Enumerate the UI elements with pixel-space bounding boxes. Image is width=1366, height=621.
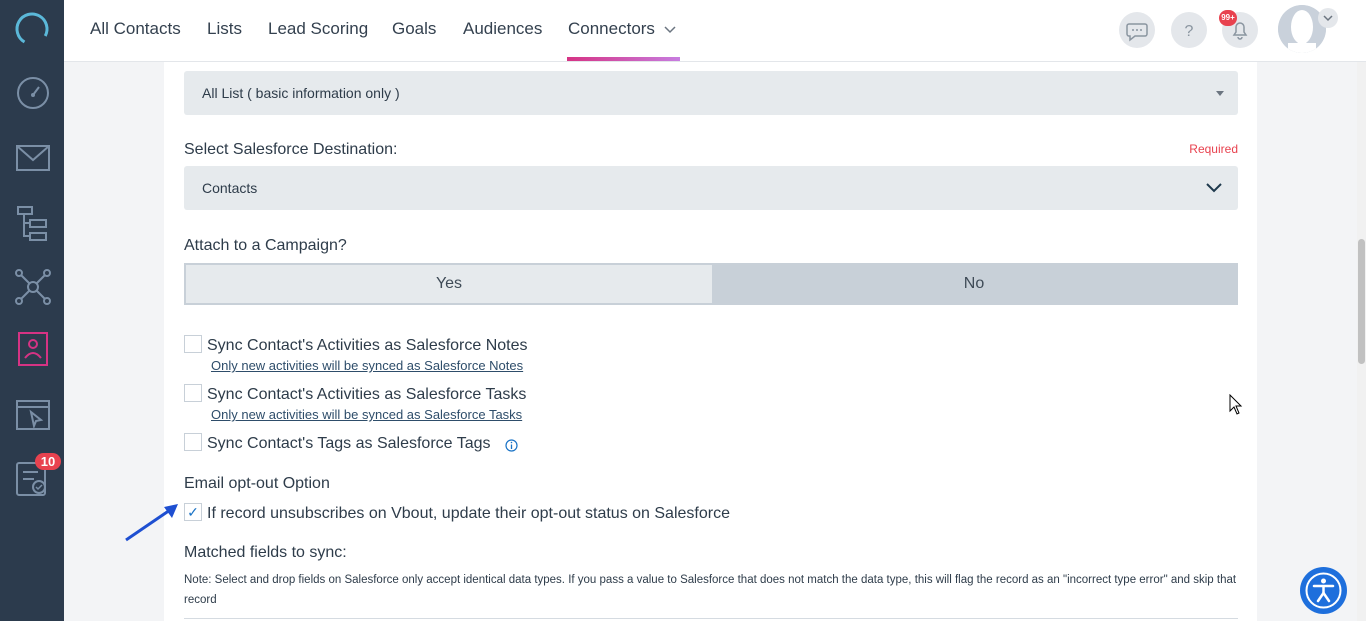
divider (184, 618, 1238, 619)
sync-notes-note[interactable]: Only new activities will be synced as Sa… (211, 358, 523, 373)
tasks-count-badge: 10 (35, 453, 61, 470)
caret-down-icon (1216, 91, 1224, 96)
annotation-arrow-icon (125, 504, 178, 542)
tab-goals[interactable]: Goals (392, 19, 436, 39)
top-navigation: All Contacts Lists Lead Scoring Goals Au… (64, 0, 1366, 62)
workflow-icon[interactable] (14, 204, 52, 242)
tab-lists[interactable]: Lists (207, 19, 242, 39)
dashboard-icon[interactable] (14, 74, 52, 112)
sync-tags-checkbox[interactable] (184, 433, 202, 451)
page-scrollbar[interactable] (1357, 62, 1366, 621)
scrollbar-thumb[interactable] (1358, 239, 1365, 364)
chevron-down-icon (1206, 183, 1222, 193)
active-tab-indicator (567, 57, 680, 61)
matched-fields-note: Note: Select and drop fields on Salesfor… (184, 574, 1237, 606)
network-icon[interactable] (14, 268, 52, 306)
optout-label: If record unsubscribes on Vbout, update … (207, 505, 730, 522)
campaign-yes-button[interactable]: Yes (186, 265, 712, 303)
email-icon[interactable] (14, 139, 52, 177)
required-label: Required (1189, 142, 1238, 156)
destination-label: Select Salesforce Destination: (184, 141, 398, 158)
chevron-down-icon[interactable] (663, 22, 677, 36)
destination-select[interactable]: Contacts (184, 166, 1238, 210)
contacts-icon[interactable] (14, 330, 52, 368)
optout-title: Email opt-out Option (184, 475, 330, 492)
list-select[interactable]: All List ( basic information only ) (184, 71, 1238, 115)
sync-tags-label: Sync Contact's Tags as Salesforce Tags (207, 435, 491, 452)
destination-select-value: Contacts (202, 180, 258, 196)
tab-all-contacts[interactable]: All Contacts (90, 19, 181, 39)
tab-connectors[interactable]: Connectors (568, 19, 655, 39)
accessibility-button[interactable] (1300, 567, 1347, 614)
tab-lead-scoring[interactable]: Lead Scoring (268, 19, 368, 39)
sync-notes-label: Sync Contact's Activities as Salesforce … (207, 337, 528, 354)
list-select-value: All List ( basic information only ) (202, 85, 400, 101)
sidebar: 10 (0, 0, 64, 621)
accessibility-icon (1305, 572, 1342, 609)
sync-tasks-label: Sync Contact's Activities as Salesforce … (207, 386, 527, 403)
sync-tasks-note[interactable]: Only new activities will be synced as Sa… (211, 407, 522, 422)
chat-icon[interactable] (1119, 12, 1155, 48)
info-icon[interactable] (505, 439, 518, 452)
landing-page-icon[interactable] (14, 396, 52, 434)
svg-text:?: ? (1185, 23, 1194, 40)
matched-fields-label: Matched fields to sync: (184, 544, 347, 561)
optout-checkbox[interactable]: ✓ (184, 503, 202, 521)
mouse-cursor-icon (1229, 394, 1243, 415)
app-logo[interactable] (14, 11, 50, 47)
campaign-no-button[interactable]: No (712, 265, 1236, 303)
campaign-toggle: Yes No (184, 263, 1238, 305)
campaign-label: Attach to a Campaign? (184, 237, 347, 254)
notification-badge: 99+ (1219, 10, 1237, 26)
help-icon[interactable]: ? (1171, 12, 1207, 48)
tab-audiences[interactable]: Audiences (463, 19, 542, 39)
sync-tasks-checkbox[interactable] (184, 384, 202, 402)
sync-notes-checkbox[interactable] (184, 335, 202, 353)
avatar-chevron-down-icon[interactable] (1318, 8, 1338, 28)
